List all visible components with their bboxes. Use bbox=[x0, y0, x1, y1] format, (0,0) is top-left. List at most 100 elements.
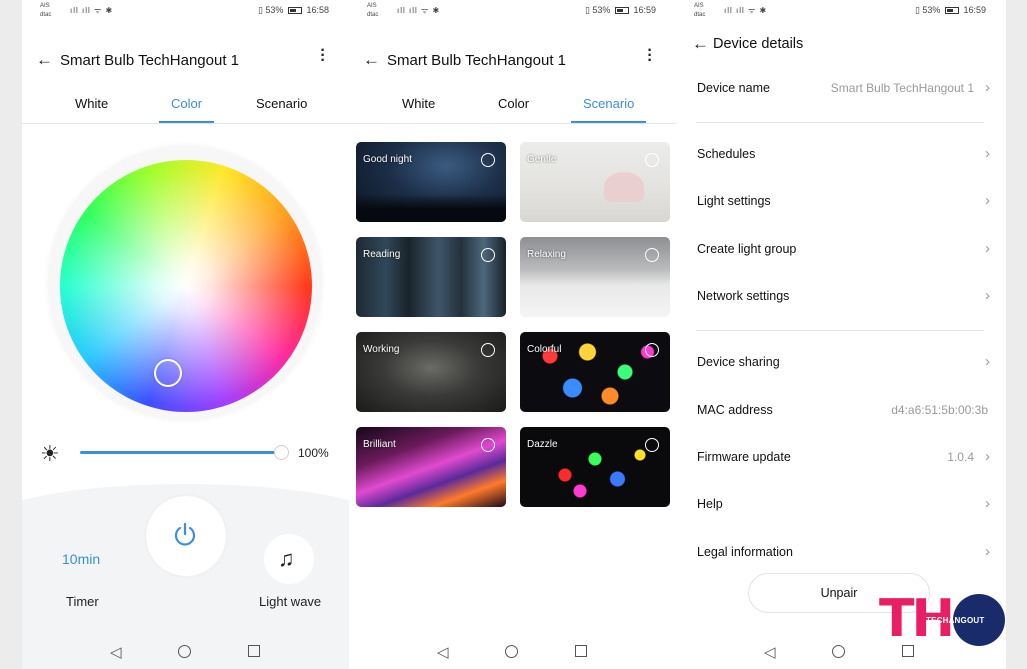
divider bbox=[696, 330, 984, 331]
chevron-right-icon: › bbox=[985, 287, 990, 304]
scene-label: Colorful bbox=[527, 344, 562, 355]
scene-radio[interactable] bbox=[645, 343, 659, 357]
row-label: Help bbox=[697, 497, 723, 511]
row-label: Light settings bbox=[697, 194, 771, 208]
nav-home-icon[interactable] bbox=[505, 645, 518, 658]
chevron-right-icon: › bbox=[985, 353, 990, 370]
scene-card-gentle[interactable]: Gentle bbox=[520, 142, 670, 222]
nav-home-icon[interactable] bbox=[832, 645, 845, 658]
tab-color[interactable]: Color bbox=[498, 96, 529, 111]
light-wave-button[interactable]: ♫ bbox=[264, 534, 314, 584]
row-create-light-group[interactable]: Create light group › bbox=[676, 233, 1006, 267]
chevron-right-icon: › bbox=[985, 192, 990, 209]
carrier-ais: AIS bbox=[40, 3, 50, 9]
scene-card-dazzle[interactable]: Dazzle bbox=[520, 427, 670, 507]
phone-scenario-screen: AIS dtac ıll ıll ᯤ ✱ ▯ 53% 16:59 ← Smart… bbox=[349, 0, 676, 669]
row-value: Smart Bulb TechHangout 1 bbox=[830, 81, 974, 95]
scene-label: Working bbox=[363, 344, 400, 355]
scene-radio[interactable] bbox=[481, 153, 495, 167]
row-schedules[interactable]: Schedules › bbox=[676, 138, 1006, 172]
carrier-dtac: dtac bbox=[40, 12, 52, 18]
arrow-left-icon[interactable]: ← bbox=[36, 50, 53, 70]
scene-radio[interactable] bbox=[645, 153, 659, 167]
music-note-icon: ♫ bbox=[278, 546, 295, 571]
power-button[interactable] bbox=[146, 496, 226, 576]
clock: 16:59 bbox=[633, 5, 656, 15]
vibrate-icon: ▯ bbox=[584, 5, 590, 15]
timer-value[interactable]: 10min bbox=[62, 551, 100, 567]
app-bar: ← Smart Bulb TechHangout 1 · · · bbox=[22, 43, 349, 76]
scene-card-brilliant[interactable]: Brilliant bbox=[356, 427, 506, 507]
page-title: Smart Bulb TechHangout 1 bbox=[60, 52, 239, 69]
tab-bar: White Color Scenario bbox=[349, 94, 676, 124]
scene-radio[interactable] bbox=[645, 248, 659, 262]
signal-icons: ıll ıll ᯤ ✱ bbox=[397, 6, 441, 15]
scene-radio[interactable] bbox=[481, 248, 495, 262]
scene-card-working[interactable]: Working bbox=[356, 332, 506, 412]
scene-card-good-night[interactable]: Good night bbox=[356, 142, 506, 222]
nav-back-icon[interactable]: ◁ bbox=[110, 643, 122, 661]
carrier-label: AIS dtac bbox=[367, 2, 378, 20]
scene-card-relaxing[interactable]: Relaxing bbox=[520, 237, 670, 317]
carrier-dtac: dtac bbox=[367, 12, 379, 18]
chevron-right-icon: › bbox=[985, 240, 990, 257]
chevron-right-icon: › bbox=[985, 145, 990, 162]
row-network-settings[interactable]: Network settings › bbox=[676, 280, 1006, 314]
status-right: ▯ 53% 16:59 bbox=[585, 5, 656, 16]
row-device-name[interactable]: Device name Smart Bulb TechHangout 1 › bbox=[676, 72, 1006, 106]
carrier-dtac: dtac bbox=[694, 12, 706, 18]
nav-home-icon[interactable] bbox=[178, 645, 191, 658]
scene-radio[interactable] bbox=[481, 343, 495, 357]
nav-recent-icon[interactable] bbox=[575, 645, 587, 657]
chevron-right-icon: › bbox=[985, 448, 990, 465]
row-help[interactable]: Help › bbox=[676, 488, 1006, 522]
more-vertical-icon[interactable]: · · · bbox=[646, 43, 654, 69]
battery-icon bbox=[614, 7, 629, 15]
scene-card-reading[interactable]: Reading bbox=[356, 237, 506, 317]
row-label: Schedules bbox=[697, 147, 756, 161]
scene-label: Dazzle bbox=[527, 439, 558, 450]
brightness-slider-thumb[interactable] bbox=[274, 445, 289, 460]
row-mac-address: MAC address d4:a6:51:5b:00:3b bbox=[676, 394, 1006, 428]
scene-label: Good night bbox=[363, 154, 412, 165]
arrow-left-icon[interactable]: ← bbox=[692, 34, 709, 54]
status-bar: AIS dtac ıll ıll ᯤ ✱ ▯ 53% 16:59 bbox=[676, 0, 1006, 22]
carrier-ais: AIS bbox=[694, 3, 704, 9]
row-label: Device sharing bbox=[697, 355, 780, 369]
brightness-icon: ☀ bbox=[40, 441, 60, 466]
battery-icon bbox=[287, 7, 302, 15]
signal-icons: ıll ıll ᯤ ✱ bbox=[70, 6, 114, 15]
row-legal-information[interactable]: Legal information › bbox=[676, 536, 1006, 570]
system-nav-bar: ◁ bbox=[349, 640, 676, 664]
nav-recent-icon[interactable] bbox=[248, 645, 260, 657]
brightness-value: 100% bbox=[298, 446, 329, 460]
scene-radio[interactable] bbox=[645, 438, 659, 452]
nav-back-icon[interactable]: ◁ bbox=[764, 643, 776, 661]
tab-white[interactable]: White bbox=[402, 96, 435, 111]
tab-white[interactable]: White bbox=[75, 96, 108, 111]
tab-scenario[interactable]: Scenario bbox=[256, 96, 307, 111]
row-light-settings[interactable]: Light settings › bbox=[676, 185, 1006, 219]
arrow-left-icon[interactable]: ← bbox=[363, 50, 380, 70]
color-wheel[interactable] bbox=[60, 160, 312, 412]
row-label: Legal information bbox=[697, 545, 793, 559]
more-vertical-icon[interactable]: · · · bbox=[319, 43, 327, 69]
scene-card-colorful[interactable]: Colorful bbox=[520, 332, 670, 412]
tab-scenario[interactable]: Scenario bbox=[570, 96, 647, 123]
row-value: 1.0.4 bbox=[947, 450, 974, 464]
nav-back-icon[interactable]: ◁ bbox=[437, 643, 449, 661]
tab-color[interactable]: Color bbox=[158, 96, 215, 123]
scene-radio[interactable] bbox=[481, 438, 495, 452]
chevron-right-icon: › bbox=[985, 79, 990, 96]
phone-details-screen: AIS dtac ıll ıll ᯤ ✱ ▯ 53% 16:59 ← Devic… bbox=[676, 0, 1006, 669]
phone-color-screen: AIS dtac ıll ıll ᯤ ✱ ▯ 53% 16:58 ← Smart… bbox=[22, 0, 349, 669]
divider bbox=[696, 122, 984, 123]
row-label: Create light group bbox=[697, 242, 797, 256]
techhangout-logo: TH TECHANGOUT bbox=[879, 593, 1009, 650]
row-firmware-update[interactable]: Firmware update 1.0.4 › bbox=[676, 441, 1006, 475]
color-picker-handle[interactable] bbox=[154, 359, 182, 387]
light-wave-label: Light wave bbox=[259, 594, 322, 609]
brightness-slider-track[interactable] bbox=[80, 451, 282, 454]
row-device-sharing[interactable]: Device sharing › bbox=[676, 346, 1006, 380]
page-title: Device details bbox=[713, 36, 804, 52]
